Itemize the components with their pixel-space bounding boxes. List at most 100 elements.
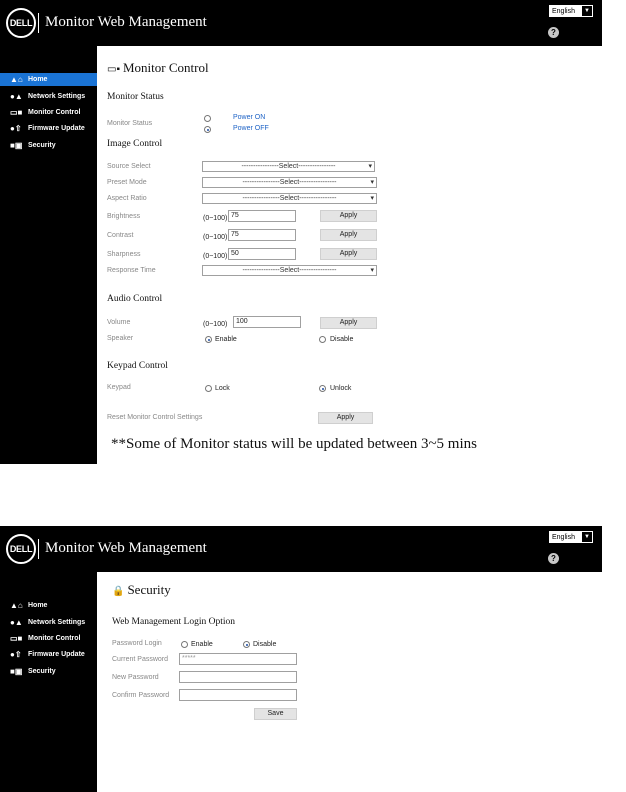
- brightness-input[interactable]: 75: [228, 210, 296, 222]
- sidebar-item-label: Home: [28, 602, 48, 609]
- app-title: Monitor Web Management: [45, 540, 207, 556]
- language-select[interactable]: English ▼: [549, 5, 593, 17]
- sidebar-item-network-settings[interactable]: ●▲ Network Settings: [0, 90, 97, 103]
- select-value: ----------------Select----------------: [242, 195, 337, 202]
- contrast-label: Contrast: [107, 232, 134, 239]
- keypad-unlock-radio[interactable]: [319, 385, 326, 392]
- select-value: ----------------Select----------------: [242, 267, 337, 274]
- current-password-label: Current Password: [112, 656, 169, 663]
- speaker-enable-radio[interactable]: [205, 336, 212, 343]
- dell-logo: DELL: [6, 534, 36, 564]
- login-enable-radio[interactable]: [181, 641, 188, 648]
- dell-logo: DELL: [6, 8, 36, 38]
- sidebar-item-label: Network Settings: [28, 619, 86, 626]
- lock-icon: ■▣: [10, 141, 23, 150]
- current-password-input[interactable]: *****: [179, 653, 297, 665]
- aspect-ratio-select[interactable]: ----------------Select---------------- ▾: [202, 193, 377, 204]
- sidebar-item-firmware-update[interactable]: ●⇧ Firmware Update: [0, 122, 97, 135]
- speaker-disable-radio[interactable]: [319, 336, 326, 343]
- preset-mode-select[interactable]: ----------------Select---------------- ▾: [202, 177, 377, 188]
- reset-settings-label: Reset Monitor Control Settings: [107, 414, 203, 421]
- contrast-apply-button[interactable]: Apply: [320, 229, 377, 241]
- power-off-radio[interactable]: [204, 126, 211, 133]
- preset-mode-label: Preset Mode: [107, 179, 147, 186]
- page-title-text: Monitor Control: [123, 60, 209, 75]
- app-title: Monitor Web Management: [45, 14, 207, 30]
- sidebar-item-label: Monitor Control: [28, 635, 81, 642]
- page-title: ▭▪ Monitor Control: [107, 60, 209, 76]
- sidebar-item-label: Firmware Update: [28, 651, 85, 658]
- monitor-control-screen: DELL Monitor Web Management English ▼ ? …: [0, 0, 602, 464]
- sidebar-item-label: Firmware Update: [28, 125, 85, 132]
- current-password-mask: *****: [182, 655, 196, 662]
- main-content: 🔒 Security Web Management Login Option Pa…: [97, 572, 602, 792]
- password-login-label: Password Login: [112, 640, 162, 647]
- source-select-label: Source Select: [107, 163, 151, 170]
- home-icon: ▲⌂: [10, 75, 23, 84]
- main-content: ▭▪ Monitor Control Monitor Status Monitor…: [97, 46, 602, 464]
- volume-label: Volume: [107, 319, 131, 326]
- section-keypad-control: Keypad Control: [107, 361, 168, 371]
- chevron-down-icon: ▾: [370, 267, 374, 274]
- monitor-status-label: Monitor Status: [107, 120, 153, 127]
- language-select[interactable]: English ▼: [549, 531, 593, 543]
- sidebar-item-label: Home: [28, 76, 48, 83]
- header-bar: DELL Monitor Web Management English ▼ ?: [0, 0, 602, 46]
- contrast-range: (0~100): [203, 215, 228, 222]
- sidebar-item-monitor-control[interactable]: ▭■ Monitor Control: [0, 632, 97, 645]
- select-value: ----------------Select----------------: [242, 179, 337, 186]
- login-disable-label: Disable: [253, 641, 277, 648]
- save-button[interactable]: Save: [254, 708, 297, 720]
- sidebar-item-home[interactable]: ▲⌂ Home: [0, 73, 97, 86]
- brightness-label: Brightness: [107, 213, 141, 220]
- confirm-password-label: Confirm Password: [112, 692, 170, 699]
- sidebar-item-label: Network Settings: [28, 93, 86, 100]
- select-value: ----------------Select----------------: [241, 163, 336, 170]
- keypad-label: Keypad: [107, 384, 131, 391]
- header-divider: [38, 13, 39, 33]
- language-value: English: [552, 534, 575, 541]
- sharpness-label: Sharpness: [107, 251, 141, 258]
- sidebar-item-monitor-control[interactable]: ▭■ Monitor Control: [0, 106, 97, 119]
- sidebar-item-home[interactable]: ▲⌂ Home: [0, 599, 97, 612]
- help-icon[interactable]: ?: [548, 553, 559, 564]
- login-disable-radio[interactable]: [243, 641, 250, 648]
- brightness-range: (0~100): [203, 234, 228, 241]
- sidebar: ▲⌂ Home ●▲ Network Settings ▭■ Monitor C…: [0, 572, 97, 792]
- security-screen: DELL Monitor Web Management English ▼ ? …: [0, 526, 602, 792]
- monitor-icon: ▭▪: [107, 64, 120, 75]
- aspect-ratio-label: Aspect Ratio: [107, 195, 147, 202]
- response-time-select[interactable]: ----------------Select---------------- ▾: [202, 265, 377, 276]
- source-select[interactable]: ----------------Select---------------- ▾: [202, 161, 375, 172]
- brightness-apply-button[interactable]: Apply: [320, 210, 377, 222]
- volume-apply-button[interactable]: Apply: [320, 317, 377, 329]
- chevron-down-icon: ▼: [582, 6, 592, 16]
- status-update-note: **Some of Monitor status will be updated…: [111, 436, 477, 452]
- confirm-password-input[interactable]: [179, 689, 297, 701]
- language-value: English: [552, 8, 575, 15]
- power-on-radio[interactable]: [204, 115, 211, 122]
- sharpness-apply-button[interactable]: Apply: [320, 248, 377, 260]
- section-image-control: Image Control: [107, 139, 163, 149]
- reset-apply-button[interactable]: Apply: [318, 412, 373, 424]
- sidebar-item-security[interactable]: ■▣ Security: [0, 139, 97, 152]
- power-on-label: Power ON: [233, 114, 266, 121]
- keypad-lock-radio[interactable]: [205, 385, 212, 392]
- volume-range: (0~100): [203, 321, 228, 328]
- volume-input[interactable]: 100: [233, 316, 301, 328]
- network-icon: ●▲: [10, 618, 23, 627]
- monitor-icon: ▭■: [10, 108, 23, 117]
- firmware-icon: ●⇧: [10, 650, 22, 659]
- sidebar-item-security[interactable]: ■▣ Security: [0, 665, 97, 678]
- sidebar-item-network-settings[interactable]: ●▲ Network Settings: [0, 616, 97, 629]
- contrast-input[interactable]: 75: [228, 229, 296, 241]
- home-icon: ▲⌂: [10, 601, 23, 610]
- chevron-down-icon: ▾: [370, 195, 374, 202]
- sidebar-item-firmware-update[interactable]: ●⇧ Firmware Update: [0, 648, 97, 661]
- help-icon[interactable]: ?: [548, 27, 559, 38]
- response-time-label: Response Time: [107, 267, 156, 274]
- login-enable-label: Enable: [191, 641, 213, 648]
- sidebar-item-label: Security: [28, 668, 56, 675]
- sharpness-input[interactable]: 50: [228, 248, 296, 260]
- new-password-input[interactable]: [179, 671, 297, 683]
